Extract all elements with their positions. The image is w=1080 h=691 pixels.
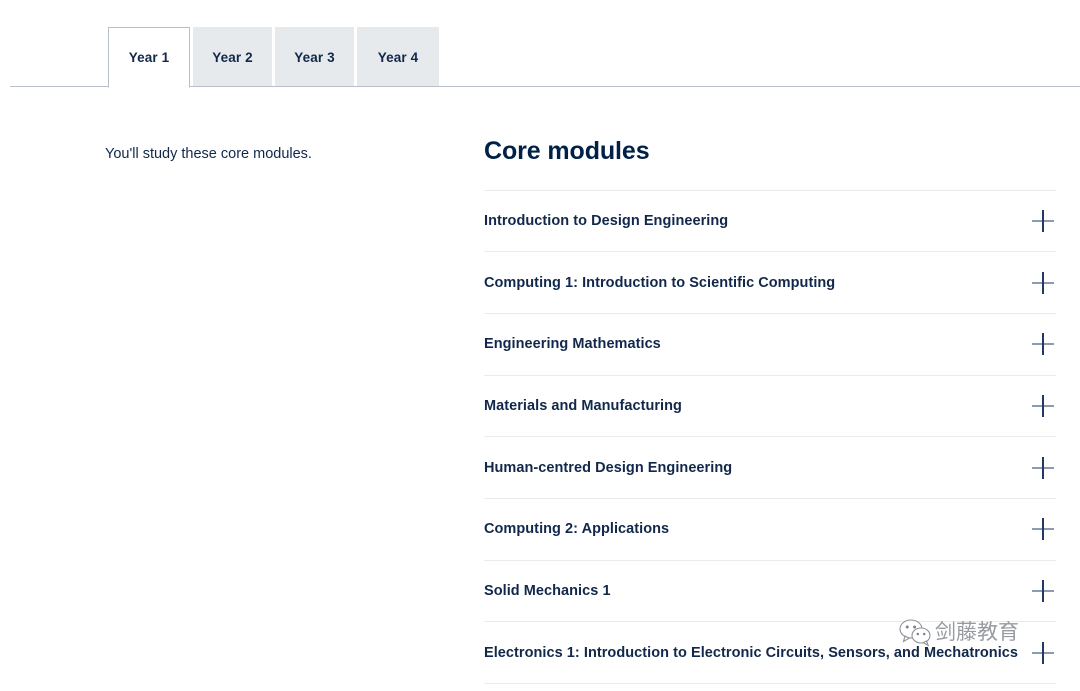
module-title: Materials and Manufacturing [484, 398, 682, 414]
tab-year-1-label: Year 1 [129, 50, 169, 65]
tab-year-4-label: Year 4 [378, 50, 418, 65]
module-accordion-item[interactable]: Computing 2: Applications [484, 499, 1056, 561]
plus-icon[interactable] [1032, 457, 1054, 479]
modules-column: Core modules Introduction to Design Engi… [484, 138, 1056, 684]
plus-icon[interactable] [1032, 395, 1054, 417]
tab-panel-year-1: You'll study these core modules. Core mo… [0, 88, 1080, 691]
module-title: Solid Mechanics 1 [484, 583, 611, 599]
tab-year-4[interactable]: Year 4 [357, 27, 439, 87]
module-title: Computing 2: Applications [484, 521, 669, 537]
module-accordion-item[interactable]: Computing 1: Introduction to Scientific … [484, 252, 1056, 314]
page-title: Core modules [484, 138, 1056, 166]
module-title: Introduction to Design Engineering [484, 213, 728, 229]
plus-icon[interactable] [1032, 272, 1054, 294]
intro-text: You'll study these core modules. [105, 144, 435, 166]
module-accordion-item[interactable]: Introduction to Design Engineering [484, 191, 1056, 253]
intro-column: You'll study these core modules. [105, 144, 435, 166]
plus-icon[interactable] [1032, 518, 1054, 540]
module-accordion-item[interactable]: Solid Mechanics 1 [484, 561, 1056, 623]
module-accordion-item[interactable]: Engineering Mathematics [484, 314, 1056, 376]
plus-icon[interactable] [1032, 210, 1054, 232]
module-title: Engineering Mathematics [484, 336, 661, 352]
module-accordion-item[interactable]: Materials and Manufacturing [484, 376, 1056, 438]
module-accordion-list: Introduction to Design Engineering Compu… [484, 191, 1056, 685]
module-title: Computing 1: Introduction to Scientific … [484, 275, 835, 291]
tab-list: Year 1 Year 2 Year 3 Year 4 [108, 27, 442, 87]
tab-year-2-label: Year 2 [212, 50, 252, 65]
tab-year-3-label: Year 3 [294, 50, 334, 65]
tab-year-1[interactable]: Year 1 [108, 27, 190, 88]
plus-icon[interactable] [1032, 333, 1054, 355]
plus-icon[interactable] [1032, 580, 1054, 602]
module-title: Electronics 1: Introduction to Electroni… [484, 645, 1018, 661]
tab-year-2[interactable]: Year 2 [193, 27, 272, 87]
module-accordion-item[interactable]: Electronics 1: Introduction to Electroni… [484, 622, 1056, 684]
plus-icon[interactable] [1032, 642, 1054, 664]
module-title: Human-centred Design Engineering [484, 460, 732, 476]
year-tab-bar: Year 1 Year 2 Year 3 Year 4 [0, 0, 1080, 88]
tab-year-3[interactable]: Year 3 [275, 27, 354, 87]
module-accordion-item[interactable]: Human-centred Design Engineering [484, 437, 1056, 499]
